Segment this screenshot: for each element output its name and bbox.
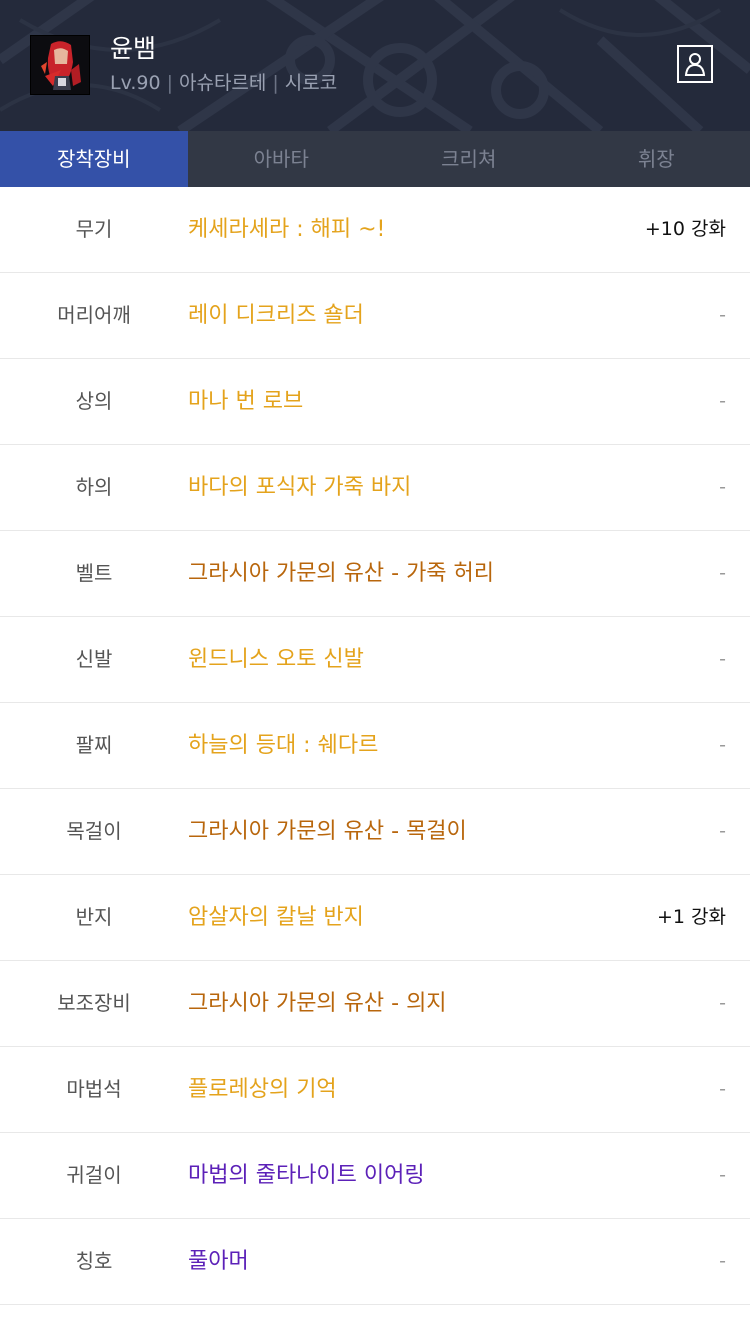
slot-label: 신발 bbox=[75, 647, 113, 671]
enhance-level: - bbox=[719, 734, 726, 756]
character-job: 시로코 bbox=[284, 72, 338, 94]
equipment-row[interactable]: 마법석 플로레상의 기억 - bbox=[0, 1047, 750, 1133]
item-name[interactable]: 풀아머 bbox=[188, 1219, 249, 1304]
equipment-row[interactable]: 벨트 그라시아 가문의 유산 - 가죽 허리 - bbox=[0, 531, 750, 617]
tab-creature[interactable]: 크리쳐 bbox=[375, 131, 563, 187]
slot-label: 반지 bbox=[75, 905, 113, 929]
enhance-level: - bbox=[719, 1164, 726, 1186]
slot-label: 마법석 bbox=[66, 1077, 122, 1101]
equipment-row[interactable]: 목걸이 그라시아 가문의 유산 - 목걸이 - bbox=[0, 789, 750, 875]
equipment-row[interactable]: 상의 마나 번 로브 - bbox=[0, 359, 750, 445]
slot-label: 팔찌 bbox=[75, 733, 113, 757]
slot-label: 보조장비 bbox=[57, 991, 131, 1015]
item-name[interactable]: 하늘의 등대 : 쉐다르 bbox=[188, 703, 378, 788]
character-portrait-icon bbox=[31, 36, 89, 94]
enhance-level: - bbox=[719, 992, 726, 1014]
slot-label: 목걸이 bbox=[66, 819, 122, 843]
equipment-row[interactable]: 신발 윈드니스 오토 신발 - bbox=[0, 617, 750, 703]
item-name[interactable]: 그라시아 가문의 유산 - 가죽 허리 bbox=[188, 531, 494, 616]
tab-insignia[interactable]: 휘장 bbox=[563, 131, 750, 187]
character-header: 윤뱀 Lv.90 | 아슈타르테 | 시로코 bbox=[0, 0, 750, 131]
enhance-level: - bbox=[719, 648, 726, 670]
enhance-level: - bbox=[719, 562, 726, 584]
enhance-level: - bbox=[719, 304, 726, 326]
slot-label: 하의 bbox=[75, 475, 113, 499]
item-name[interactable]: 그라시아 가문의 유산 - 목걸이 bbox=[188, 789, 467, 874]
tab-equipment[interactable]: 장착장비 bbox=[0, 131, 188, 187]
equipment-row[interactable]: 무기 케세라세라 : 해피 ~! +10 강화 bbox=[0, 187, 750, 273]
item-name[interactable]: 마법의 줄타나이트 이어링 bbox=[188, 1133, 425, 1218]
equipment-row[interactable]: 반지 암살자의 칼날 반지 +1 강화 bbox=[0, 875, 750, 961]
profile-button[interactable] bbox=[677, 45, 713, 83]
item-name[interactable]: 플로레상의 기억 bbox=[188, 1047, 337, 1132]
item-name[interactable]: 윈드니스 오토 신발 bbox=[188, 617, 364, 702]
enhance-level: +10 강화 bbox=[644, 218, 726, 240]
header-pattern bbox=[0, 0, 750, 131]
character-level: Lv.90 bbox=[110, 72, 161, 94]
character-name: 윤뱀 bbox=[110, 34, 157, 63]
avatar bbox=[30, 35, 90, 95]
item-name[interactable]: 암살자의 칼날 반지 bbox=[188, 875, 364, 960]
equipment-row[interactable]: 머리어깨 레이 디크리즈 숄더 - bbox=[0, 273, 750, 359]
slot-label: 칭호 bbox=[75, 1249, 113, 1273]
user-profile-icon bbox=[684, 53, 706, 76]
enhance-level: - bbox=[719, 820, 726, 842]
equipment-row[interactable]: 보조장비 그라시아 가문의 유산 - 의지 - bbox=[0, 961, 750, 1047]
slot-label: 머리어깨 bbox=[57, 303, 131, 327]
info-separator: | bbox=[272, 72, 279, 94]
item-name[interactable]: 케세라세라 : 해피 ~! bbox=[188, 187, 385, 272]
equipment-row[interactable]: 팔찌 하늘의 등대 : 쉐다르 - bbox=[0, 703, 750, 789]
equipment-row[interactable]: 칭호 풀아머 - bbox=[0, 1219, 750, 1305]
enhance-level: - bbox=[719, 390, 726, 412]
character-info: Lv.90 | 아슈타르테 | 시로코 bbox=[110, 70, 337, 96]
enhance-level: - bbox=[719, 476, 726, 498]
slot-label: 귀걸이 bbox=[66, 1163, 122, 1187]
tab-avatar[interactable]: 아바타 bbox=[188, 131, 376, 187]
item-name[interactable]: 바다의 포식자 가죽 바지 bbox=[188, 445, 411, 530]
equipment-row[interactable]: 하의 바다의 포식자 가죽 바지 - bbox=[0, 445, 750, 531]
character-server: 아슈타르테 bbox=[178, 72, 267, 94]
info-separator: | bbox=[166, 72, 173, 94]
slot-label: 벨트 bbox=[75, 561, 113, 585]
enhance-level: +1 강화 bbox=[656, 906, 726, 928]
equipment-row[interactable]: 귀걸이 마법의 줄타나이트 이어링 - bbox=[0, 1133, 750, 1219]
enhance-level: - bbox=[719, 1250, 726, 1272]
item-name[interactable]: 마나 번 로브 bbox=[188, 359, 303, 444]
item-name[interactable]: 레이 디크리즈 숄더 bbox=[188, 273, 364, 358]
equipment-list: 무기 케세라세라 : 해피 ~! +10 강화 머리어깨 레이 디크리즈 숄더 … bbox=[0, 187, 750, 1305]
item-name[interactable]: 그라시아 가문의 유산 - 의지 bbox=[188, 961, 447, 1046]
enhance-level: - bbox=[719, 1078, 726, 1100]
tab-bar: 장착장비 아바타 크리쳐 휘장 bbox=[0, 131, 750, 187]
slot-label: 상의 bbox=[75, 389, 113, 413]
slot-label: 무기 bbox=[75, 217, 113, 241]
